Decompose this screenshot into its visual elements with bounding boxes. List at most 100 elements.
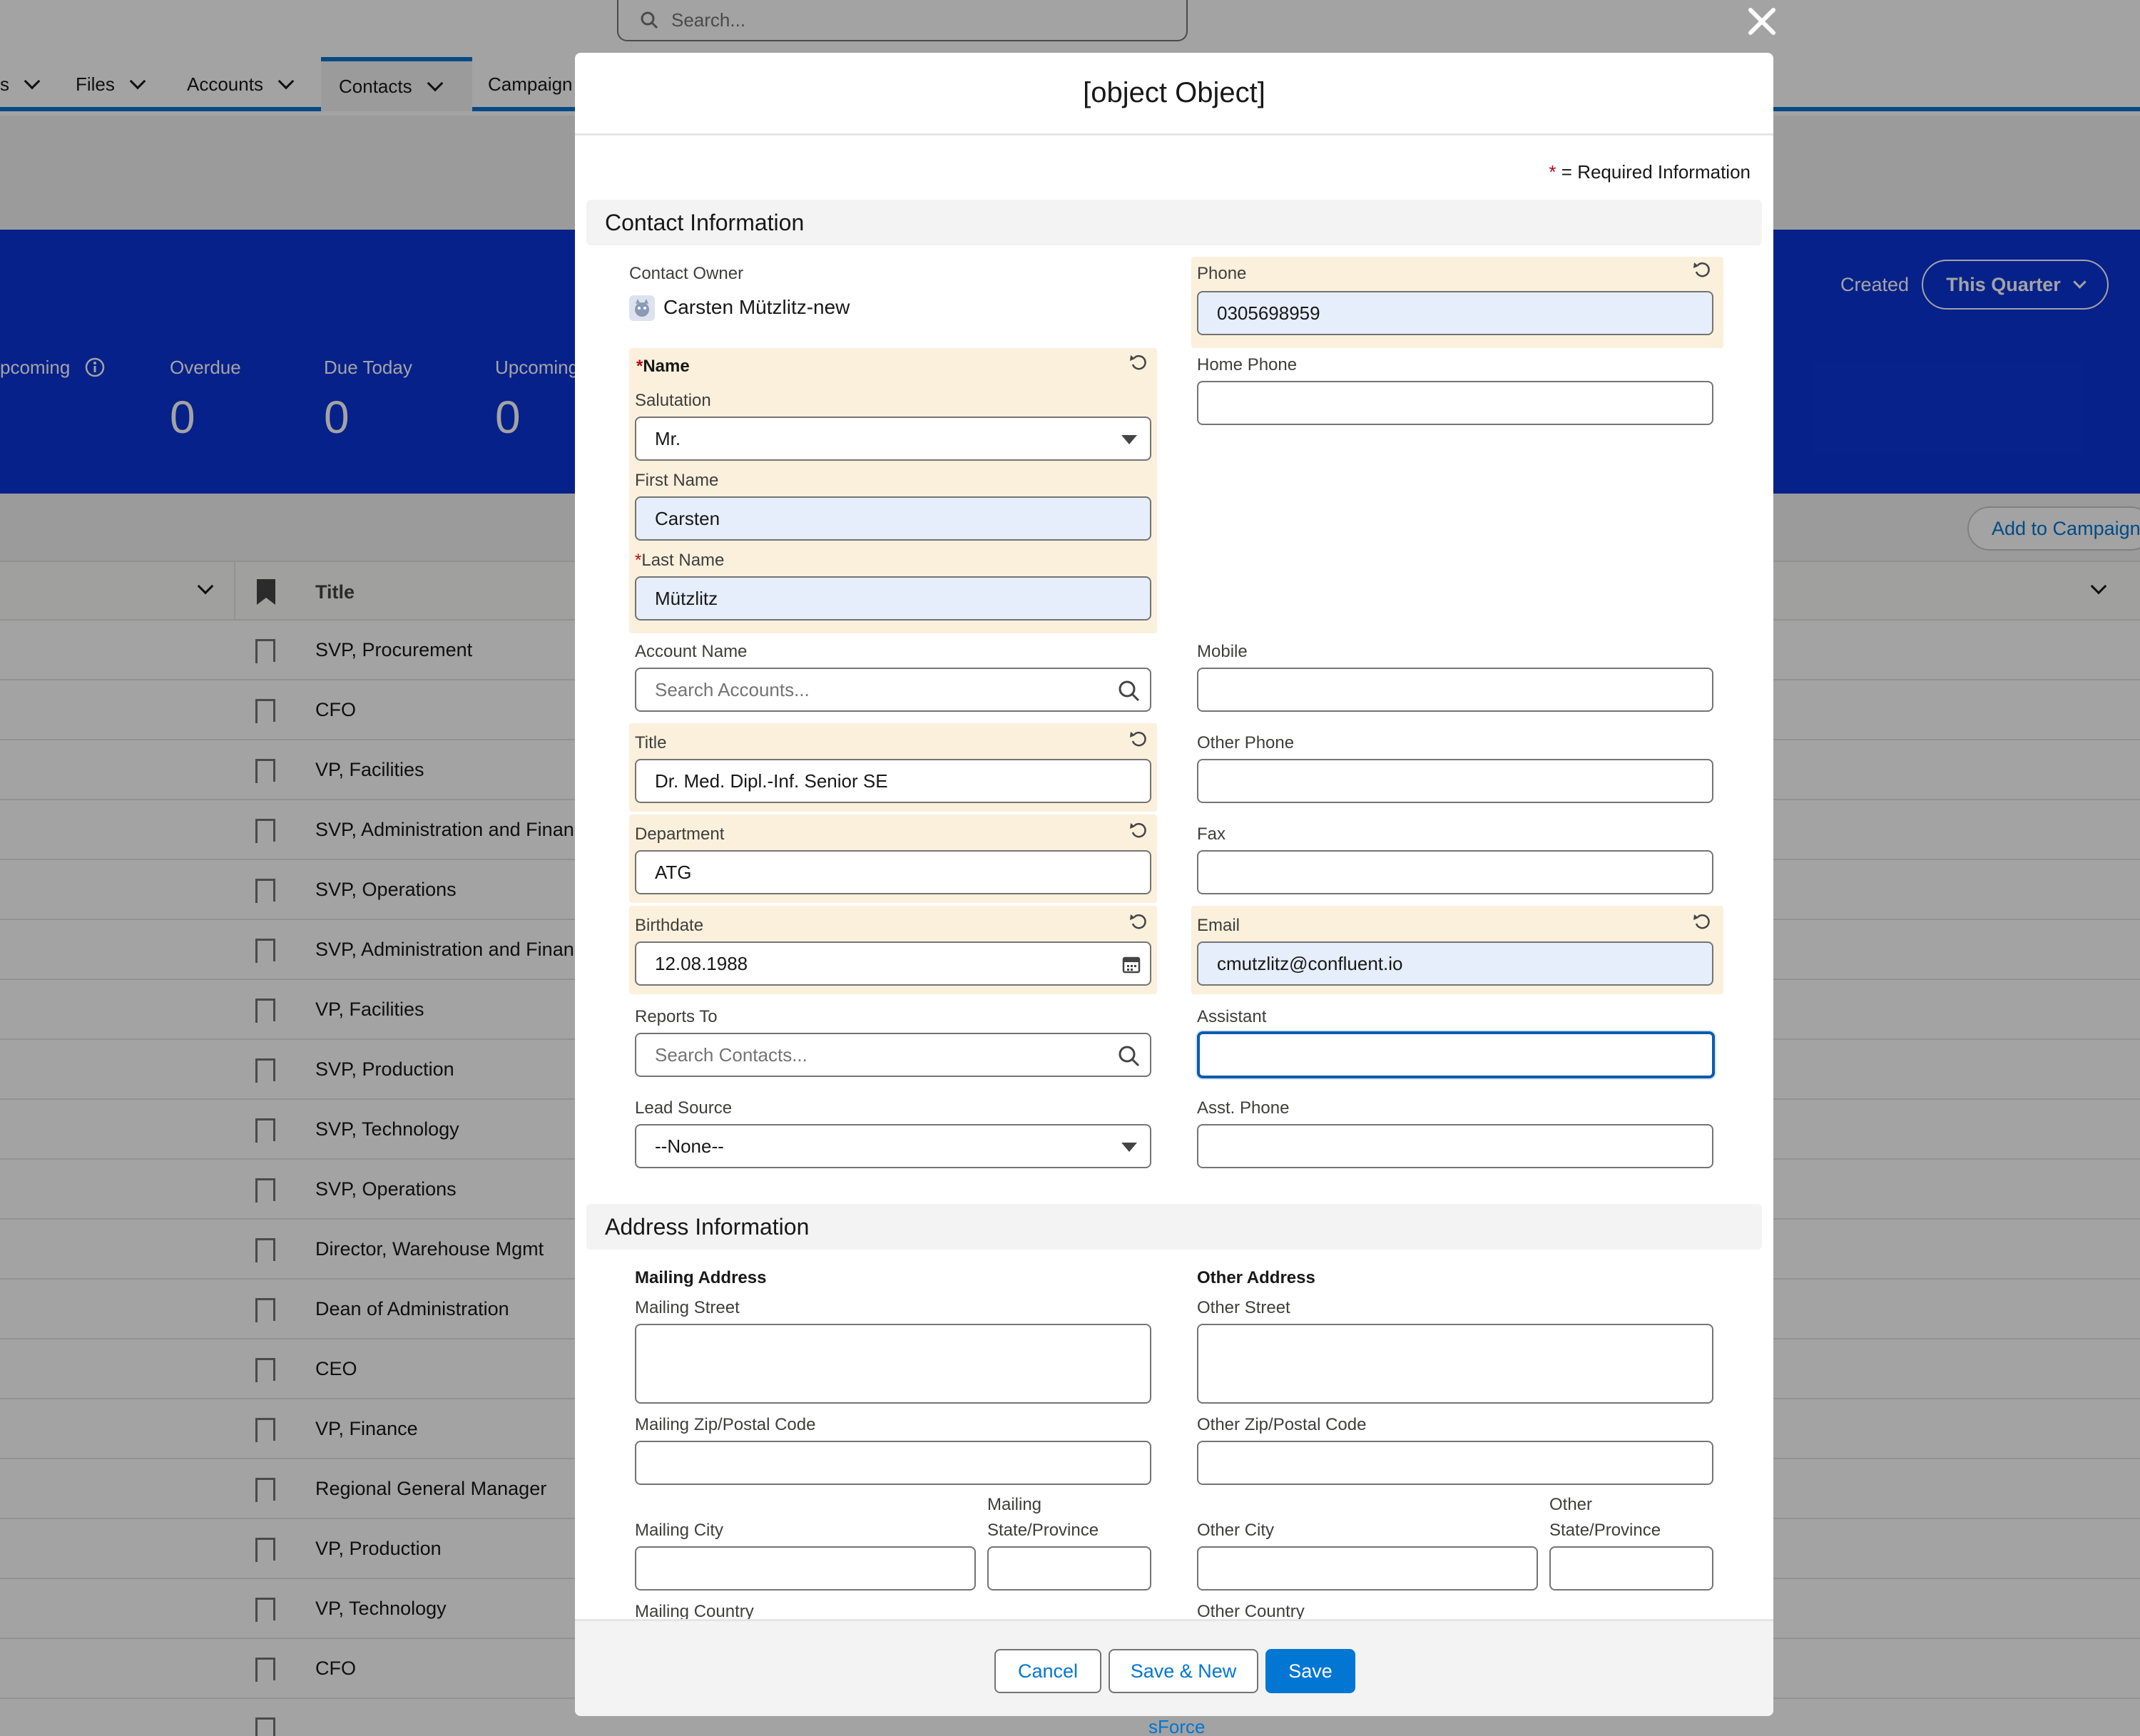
section-address-information[interactable]: Address Information <box>586 1204 1762 1250</box>
assistant-label: Assistant <box>1197 1007 1267 1026</box>
birthdate-value: 12.08.1988 <box>655 952 748 974</box>
modal-header: [object Object] <box>575 53 1773 136</box>
last-name-label: *Last Name <box>635 551 724 571</box>
account-name-lookup[interactable]: Search Accounts... <box>635 668 1151 712</box>
home-phone-input[interactable] <box>1197 381 1713 425</box>
section-contact-information[interactable]: Contact Information <box>586 200 1762 245</box>
mailing-city-input[interactable] <box>635 1546 976 1591</box>
required-asterisk: * <box>1549 161 1556 183</box>
close-icon[interactable] <box>1745 4 1779 39</box>
other-zip-input[interactable] <box>1197 1441 1713 1485</box>
title-input[interactable]: Dr. Med. Dipl.-Inf. Senior SE <box>635 759 1151 803</box>
department-label: Department <box>635 824 725 844</box>
required-info-text: = Required Information <box>1561 161 1751 183</box>
mailing-city-label: Mailing City <box>635 1521 724 1540</box>
section-title: Address Information <box>605 1213 810 1240</box>
undo-icon[interactable] <box>1128 912 1150 933</box>
first-name-label: First Name <box>635 471 719 490</box>
other-phone-label: Other Phone <box>1197 733 1295 752</box>
contact-owner-label: Contact Owner <box>629 264 744 283</box>
other-state-label-line2: State/Province <box>1549 1521 1661 1540</box>
mailing-state-label-line2: State/Province <box>987 1521 1099 1540</box>
first-name-input[interactable]: Carsten <box>635 496 1151 541</box>
salutation-select[interactable]: Mr. <box>635 417 1151 461</box>
name-label-text: Name <box>643 357 690 376</box>
save-and-new-button[interactable]: Save & New <box>1109 1649 1258 1693</box>
footer-link[interactable]: sForce <box>1148 1716 1205 1736</box>
reports-to-label: Reports To <box>635 1007 718 1026</box>
other-city-input[interactable] <box>1197 1546 1538 1591</box>
undo-icon[interactable] <box>1692 260 1713 281</box>
other-street-textarea[interactable] <box>1197 1324 1713 1404</box>
lead-source-select[interactable]: --None-- <box>635 1124 1151 1168</box>
undo-icon[interactable] <box>1128 820 1150 842</box>
save-button-label: Save <box>1288 1660 1333 1682</box>
mobile-input[interactable] <box>1197 668 1713 712</box>
salutation-value: Mr. <box>655 427 681 449</box>
avatar <box>629 295 655 321</box>
lead-source-label: Lead Source <box>635 1098 733 1118</box>
calendar-icon[interactable] <box>1121 954 1141 974</box>
phone-input[interactable]: 0305698959 <box>1197 291 1713 335</box>
reports-to-lookup[interactable]: Search Contacts... <box>635 1033 1151 1077</box>
mailing-zip-label: Mailing Zip/Postal Code <box>635 1415 816 1434</box>
account-name-placeholder: Search Accounts... <box>655 678 810 700</box>
mailing-address-heading: Mailing Address <box>635 1268 767 1287</box>
new-contact-modal: [object Object] * = Required Information… <box>575 53 1773 1716</box>
salutation-label: Salutation <box>635 391 711 410</box>
asst-phone-label: Asst. Phone <box>1197 1098 1290 1118</box>
title-label: Title <box>635 733 667 752</box>
undo-icon[interactable] <box>1692 912 1713 933</box>
birthdate-label: Birthdate <box>635 916 704 935</box>
last-name-input[interactable]: Mützlitz <box>635 576 1151 621</box>
asst-phone-input[interactable] <box>1197 1124 1713 1168</box>
department-value: ATG <box>655 861 692 883</box>
last-name-label-text: Last Name <box>641 551 725 570</box>
undo-icon[interactable] <box>1128 729 1150 750</box>
cancel-button[interactable]: Cancel <box>994 1649 1101 1693</box>
other-zip-label: Other Zip/Postal Code <box>1197 1415 1367 1434</box>
undo-icon[interactable] <box>1128 352 1150 374</box>
mailing-state-input[interactable] <box>987 1546 1151 1591</box>
department-input[interactable]: ATG <box>635 850 1151 894</box>
mailing-street-textarea[interactable] <box>635 1324 1151 1404</box>
home-phone-label: Home Phone <box>1197 355 1298 374</box>
search-icon <box>1119 680 1140 702</box>
section-title: Contact Information <box>605 209 805 235</box>
save-and-new-button-label: Save & New <box>1130 1660 1237 1682</box>
fax-input[interactable] <box>1197 850 1713 894</box>
fax-label: Fax <box>1197 824 1226 844</box>
modal-title: [object Object] <box>1083 77 1265 108</box>
other-address-heading: Other Address <box>1197 1268 1315 1287</box>
birthdate-input[interactable]: 12.08.1988 <box>635 941 1151 986</box>
mobile-label: Mobile <box>1197 642 1248 661</box>
lead-source-value: --None-- <box>655 1135 724 1157</box>
cancel-button-label: Cancel <box>1017 1660 1079 1682</box>
name-label: *Name <box>636 357 690 377</box>
required-info-note: * = Required Information <box>1549 161 1751 183</box>
title-value: Dr. Med. Dipl.-Inf. Senior SE <box>655 770 888 792</box>
dropdown-arrow-icon <box>1121 1143 1137 1152</box>
required-asterisk: * <box>636 357 643 376</box>
account-name-label: Account Name <box>635 642 748 661</box>
search-icon <box>1119 1046 1140 1067</box>
reports-to-placeholder: Search Contacts... <box>655 1043 807 1066</box>
contact-owner-value[interactable]: Carsten Mützlitz-new <box>663 296 850 319</box>
email-input[interactable]: cmutzlitz@confluent.io <box>1197 941 1713 986</box>
mailing-street-label: Mailing Street <box>635 1298 740 1317</box>
other-phone-input[interactable] <box>1197 759 1713 803</box>
phone-value: 0305698959 <box>1217 302 1320 324</box>
dropdown-arrow-icon <box>1121 435 1137 444</box>
phone-label: Phone <box>1197 264 1247 283</box>
other-city-label: Other City <box>1197 1521 1275 1540</box>
mailing-zip-input[interactable] <box>635 1441 1151 1485</box>
email-value: cmutzlitz@confluent.io <box>1217 952 1403 974</box>
other-state-input[interactable] <box>1549 1546 1713 1591</box>
other-state-label-line1: Other <box>1549 1495 1593 1514</box>
first-name-value: Carsten <box>655 507 720 529</box>
other-street-label: Other Street <box>1197 1298 1290 1317</box>
email-label: Email <box>1197 916 1240 935</box>
assistant-input[interactable] <box>1197 1031 1715 1078</box>
mailing-state-label-line1: Mailing <box>987 1495 1042 1514</box>
save-button[interactable]: Save <box>1265 1649 1355 1693</box>
